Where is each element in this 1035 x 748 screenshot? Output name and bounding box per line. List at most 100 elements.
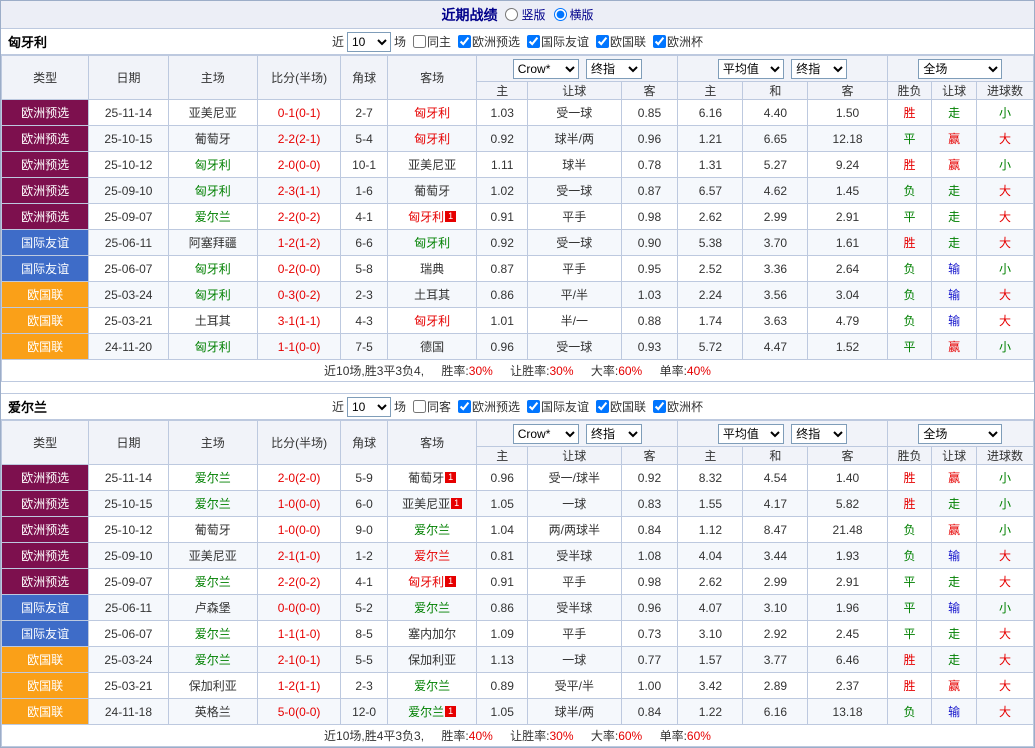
- away-team-link[interactable]: 匈牙利: [387, 100, 476, 126]
- league-filter-euro-cup[interactable]: 欧洲杯: [653, 398, 703, 415]
- corner-count: 6-0: [341, 491, 388, 517]
- home-team-link[interactable]: 保加利亚: [168, 673, 257, 699]
- away-team-link[interactable]: 亚美尼亚1: [387, 491, 476, 517]
- league-filter-euro-qualifiers[interactable]: 欧洲预选: [458, 33, 520, 50]
- home-team-link[interactable]: 匈牙利: [168, 178, 257, 204]
- away-team-link[interactable]: 瑞典: [387, 256, 476, 282]
- away-team-link[interactable]: 德国: [387, 334, 476, 360]
- match-date: 25-06-07: [89, 621, 168, 647]
- away-team-link[interactable]: 匈牙利1: [387, 569, 476, 595]
- away-team-link[interactable]: 匈牙利: [387, 230, 476, 256]
- friendly-checkbox[interactable]: [527, 35, 540, 48]
- result-goal-line: 小: [977, 100, 1034, 126]
- home-team-link[interactable]: 阿塞拜疆: [168, 230, 257, 256]
- euro-qualifiers-checkbox[interactable]: [458, 400, 471, 413]
- corner-count: 5-4: [341, 126, 388, 152]
- away-team-link[interactable]: 葡萄牙: [387, 178, 476, 204]
- home-team-link[interactable]: 葡萄牙: [168, 126, 257, 152]
- layout-radio-vertical[interactable]: 竖版: [505, 6, 545, 23]
- home-team-link[interactable]: 亚美尼亚: [168, 100, 257, 126]
- horizontal-radio-input[interactable]: [554, 8, 567, 21]
- match-count-select[interactable]: 10: [347, 397, 391, 417]
- away-team-link[interactable]: 爱尔兰: [387, 543, 476, 569]
- summary-row: 近10场,胜3平3负4, 胜率:30% 让胜率:30% 大率:60% 单率:40…: [2, 360, 1034, 382]
- odds-home: 0.89: [477, 673, 528, 699]
- match-scope-select[interactable]: 全场: [918, 424, 1002, 444]
- home-team-link[interactable]: 亚美尼亚: [168, 543, 257, 569]
- odd-rate-stat: 单率:40%: [660, 364, 711, 378]
- away-team-link[interactable]: 匈牙利: [387, 308, 476, 334]
- league-filter-nations-league[interactable]: 欧国联: [596, 398, 646, 415]
- vertical-radio-input[interactable]: [505, 8, 518, 21]
- match-count-select[interactable]: 10: [347, 32, 391, 52]
- league-filter-euro-cup[interactable]: 欧洲杯: [653, 33, 703, 50]
- league-filter-euro-qualifiers[interactable]: 欧洲预选: [458, 398, 520, 415]
- same-side-checkbox[interactable]: [413, 35, 426, 48]
- same-side-filter[interactable]: 同客: [413, 398, 451, 415]
- away-team-link[interactable]: 爱尔兰1: [387, 699, 476, 725]
- away-team-link[interactable]: 葡萄牙1: [387, 465, 476, 491]
- league-filter-friendly[interactable]: 国际友谊: [527, 33, 589, 50]
- col-avg-draw: 和: [743, 82, 808, 100]
- avg-odds-home: 3.42: [678, 673, 743, 699]
- bookmaker-select[interactable]: Crow*: [513, 59, 579, 79]
- nations-league-checkbox[interactable]: [596, 35, 609, 48]
- home-team-link[interactable]: 爱尔兰: [168, 491, 257, 517]
- home-team-link[interactable]: 葡萄牙: [168, 517, 257, 543]
- home-team-link[interactable]: 爱尔兰: [168, 204, 257, 230]
- home-team-link[interactable]: 匈牙利: [168, 256, 257, 282]
- away-team-link[interactable]: 保加利亚: [387, 647, 476, 673]
- home-team-link[interactable]: 卢森堡: [168, 595, 257, 621]
- match-row: 欧国联25-03-21保加利亚1-2(1-1)2-3爱尔兰0.89受平/半1.0…: [2, 673, 1034, 699]
- bookmaker-select[interactable]: Crow*: [513, 424, 579, 444]
- recent-results-table: 类型 日期 主场 比分(半场) 角球 客场 Crow* 终指 平均值 终指: [1, 420, 1034, 747]
- away-team-link[interactable]: 爱尔兰: [387, 673, 476, 699]
- away-team-link[interactable]: 爱尔兰: [387, 517, 476, 543]
- match-row: 欧洲预选25-10-15爱尔兰1-0(0-0)6-0亚美尼亚11.05一球0.8…: [2, 491, 1034, 517]
- result-goal-line: 小: [977, 595, 1034, 621]
- same-side-filter[interactable]: 同主: [413, 33, 451, 50]
- euro-qualifiers-checkbox[interactable]: [458, 35, 471, 48]
- avg-stage-select[interactable]: 终指: [791, 424, 847, 444]
- nations-league-checkbox[interactable]: [596, 400, 609, 413]
- average-select[interactable]: 平均值: [718, 59, 784, 79]
- same-side-checkbox[interactable]: [413, 400, 426, 413]
- euro-cup-checkbox[interactable]: [653, 35, 666, 48]
- result-handicap: 输: [932, 256, 977, 282]
- odds-home: 0.91: [477, 204, 528, 230]
- league-filter-nations-league[interactable]: 欧国联: [596, 33, 646, 50]
- friendly-checkbox[interactable]: [527, 400, 540, 413]
- away-team-link[interactable]: 塞内加尔: [387, 621, 476, 647]
- odds-stage-select[interactable]: 终指: [586, 59, 642, 79]
- home-team-link[interactable]: 爱尔兰: [168, 621, 257, 647]
- odds-stage-select[interactable]: 终指: [586, 424, 642, 444]
- euro-cup-checkbox[interactable]: [653, 400, 666, 413]
- odds-home: 0.92: [477, 126, 528, 152]
- home-team-link[interactable]: 爱尔兰: [168, 465, 257, 491]
- match-type-badge: 国际友谊: [2, 256, 89, 282]
- away-team-link[interactable]: 匈牙利: [387, 126, 476, 152]
- home-team-link[interactable]: 匈牙利: [168, 334, 257, 360]
- avg-odds-draw: 4.17: [743, 491, 808, 517]
- home-team-link[interactable]: 匈牙利: [168, 282, 257, 308]
- match-scope-select[interactable]: 全场: [918, 59, 1002, 79]
- home-team-link[interactable]: 土耳其: [168, 308, 257, 334]
- layout-radio-horizontal[interactable]: 横版: [554, 6, 594, 23]
- col-score: 比分(半场): [257, 56, 340, 100]
- match-rows: 欧洲预选25-11-14爱尔兰2-0(2-0)5-9葡萄牙10.96受一/球半0…: [2, 465, 1034, 725]
- avg-stage-select[interactable]: 终指: [791, 59, 847, 79]
- odds-away: 1.08: [621, 543, 678, 569]
- average-select[interactable]: 平均值: [718, 424, 784, 444]
- home-team-link[interactable]: 爱尔兰: [168, 569, 257, 595]
- home-team-link[interactable]: 匈牙利: [168, 152, 257, 178]
- away-team-link[interactable]: 亚美尼亚: [387, 152, 476, 178]
- avg-odds-home: 4.04: [678, 543, 743, 569]
- away-team-link[interactable]: 爱尔兰: [387, 595, 476, 621]
- home-team-link[interactable]: 英格兰: [168, 699, 257, 725]
- away-team-link[interactable]: 土耳其: [387, 282, 476, 308]
- league-filter-friendly[interactable]: 国际友谊: [527, 398, 589, 415]
- odds-handicap: 一球: [528, 647, 621, 673]
- odds-handicap: 受平/半: [528, 673, 621, 699]
- away-team-link[interactable]: 匈牙利1: [387, 204, 476, 230]
- home-team-link[interactable]: 爱尔兰: [168, 647, 257, 673]
